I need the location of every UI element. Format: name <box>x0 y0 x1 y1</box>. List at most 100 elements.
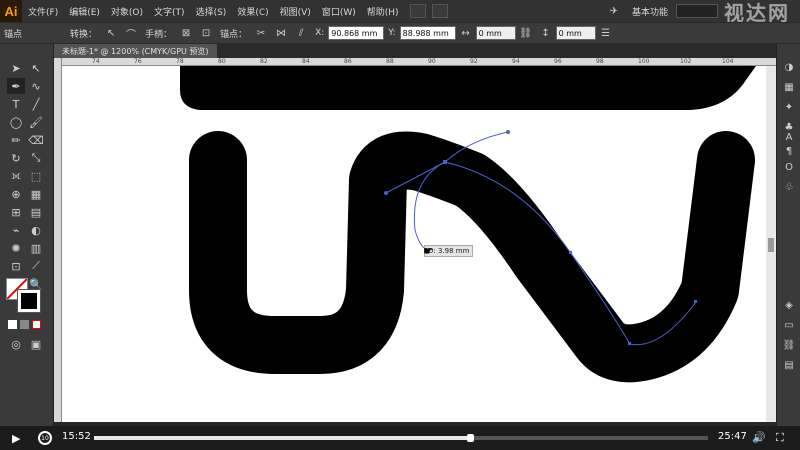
link-icon[interactable]: ⛓ <box>519 26 533 40</box>
w-field[interactable]: 0 mm <box>475 26 516 40</box>
artboard-canvas[interactable] <box>62 66 766 422</box>
fullscreen-icon[interactable]: ⛶ <box>776 431 784 445</box>
y-label: Y: <box>388 28 396 38</box>
direct-selection-tool-icon[interactable]: ↖ <box>27 60 45 76</box>
curvature-tool-icon[interactable]: ∿ <box>27 78 45 94</box>
ruler-tick-label: 90 <box>428 58 436 65</box>
artboards-panel-icon[interactable]: ▭ <box>781 318 797 332</box>
brushes-panel-icon[interactable]: ✦ <box>781 100 797 114</box>
symbol-sprayer-tool-icon[interactable]: ✺ <box>7 240 25 256</box>
connect-anchor-icon[interactable]: ⋈ <box>274 26 288 40</box>
pencil-tool-icon[interactable]: ✏ <box>7 132 25 148</box>
swatches-panel-icon[interactable]: ▦ <box>781 80 797 94</box>
ruler-tick-label: 92 <box>470 58 478 65</box>
artboard-tool-icon[interactable]: ⊡ <box>7 258 25 274</box>
blend-tool-icon[interactable]: ◐ <box>27 222 45 238</box>
vertical-scrollbar[interactable] <box>766 66 776 422</box>
handle-point[interactable] <box>384 191 388 195</box>
color-mode-button[interactable] <box>8 320 17 329</box>
slice-tool-icon[interactable]: ⟋ <box>27 258 45 274</box>
h-field[interactable]: 0 mm <box>555 26 596 40</box>
anchor-point[interactable] <box>694 300 697 303</box>
properties-panel-icon[interactable]: ▤ <box>781 358 797 372</box>
ruler-tick-label: 74 <box>92 58 100 65</box>
perspective-grid-tool-icon[interactable]: ▦ <box>27 186 45 202</box>
menu-type[interactable]: 文字(T) <box>154 5 185 18</box>
ruler-tick-label: 98 <box>596 58 604 65</box>
mesh-tool-icon[interactable]: ⊞ <box>7 204 25 220</box>
ellipse-tool-icon[interactable]: ◯ <box>7 114 25 130</box>
convert-to-smooth-icon[interactable]: ⌒ <box>124 26 138 41</box>
links-panel-icon[interactable]: ⛓ <box>781 338 797 352</box>
sync-icon[interactable]: ✈ <box>607 4 621 18</box>
character-panel-icon[interactable]: A <box>781 130 797 144</box>
total-time: 25:47 <box>718 431 747 442</box>
bridge-button[interactable] <box>409 4 426 18</box>
handle-point[interactable] <box>506 130 510 134</box>
cut-path-icon[interactable]: ⫽ <box>294 26 308 40</box>
search-input[interactable] <box>676 4 718 18</box>
color-panel-icon[interactable]: ◑ <box>781 60 797 74</box>
menu-view[interactable]: 视图(V) <box>280 5 311 18</box>
scrollbar-thumb[interactable] <box>768 238 774 252</box>
shape-builder-tool-icon[interactable]: ⊕ <box>7 186 25 202</box>
menu-effect[interactable]: 效果(C) <box>237 5 268 18</box>
replay-10-icon[interactable]: 10 <box>38 431 52 445</box>
menu-object[interactable]: 对象(O) <box>111 5 143 18</box>
x-field[interactable]: 90.868 mm <box>328 26 385 40</box>
volume-icon[interactable]: 🔊 <box>752 431 766 444</box>
eyedropper-tool-icon[interactable]: ⌁ <box>7 222 25 238</box>
menu-edit[interactable]: 编辑(E) <box>69 5 100 18</box>
h-icon: ↕ <box>541 27 550 39</box>
draw-normal-icon[interactable]: ◎ <box>7 336 25 352</box>
selection-tool-icon[interactable]: ➤ <box>7 60 25 76</box>
width-tool-icon[interactable]: ⟗ <box>7 168 25 184</box>
line-tool-icon[interactable]: ╱ <box>27 96 45 112</box>
anchor-label-2: 锚点： <box>220 29 248 40</box>
paragraph-panel-icon[interactable]: ¶ <box>781 144 797 158</box>
free-transform-tool-icon[interactable]: ⬚ <box>27 168 45 184</box>
ruler-tick-label: 94 <box>512 58 520 65</box>
gradient-tool-icon[interactable]: ▤ <box>27 204 45 220</box>
stroke-swatch[interactable] <box>17 289 41 313</box>
progress-bar[interactable] <box>94 434 708 442</box>
layers-panel-icon[interactable]: ◈ <box>781 298 797 312</box>
convert-to-corner-icon[interactable]: ↖ <box>104 26 118 40</box>
y-field[interactable]: 88.988 mm <box>399 26 456 40</box>
workspace-switcher[interactable]: 基本功能 <box>632 5 668 18</box>
ruler-tick-label: 100 <box>638 58 650 65</box>
remove-anchor-icon[interactable]: ✂ <box>254 26 268 40</box>
menu-file[interactable]: 文件(F) <box>28 5 58 18</box>
panel-dock: ◑ ▦ ✦ ♣ A ¶ O ♧ ◈ ▭ ⛓ ▤ <box>776 44 800 426</box>
menu-window[interactable]: 窗口(W) <box>322 5 356 18</box>
app-logo: Ai <box>0 0 22 22</box>
play-icon[interactable]: ▶ <box>12 432 24 445</box>
show-handles-icon[interactable]: ⊠ <box>179 26 193 40</box>
anchor-point[interactable] <box>628 342 631 345</box>
paintbrush-tool-icon[interactable]: 🖌 <box>27 114 45 130</box>
screen-mode-icon[interactable]: ▣ <box>27 336 45 352</box>
hide-handles-icon[interactable]: ⊡ <box>199 26 213 40</box>
anchor-point[interactable] <box>569 251 572 254</box>
progress-knob[interactable] <box>466 434 474 442</box>
handle-label: 手柄： <box>145 29 173 40</box>
ruler-tick-label: 88 <box>386 58 394 65</box>
pen-tool-icon[interactable]: ✒ <box>7 78 25 94</box>
rotate-tool-icon[interactable]: ↻ <box>7 150 25 166</box>
glyphs-panel-icon[interactable]: ♧ <box>781 180 797 194</box>
opentype-panel-icon[interactable]: O <box>781 160 797 174</box>
gradient-mode-button[interactable] <box>20 320 29 329</box>
anchor-point[interactable] <box>443 160 447 164</box>
ruler-tick-label: 78 <box>176 58 184 65</box>
eraser-tool-icon[interactable]: ⌫ <box>27 132 45 148</box>
column-graph-tool-icon[interactable]: ▥ <box>27 240 45 256</box>
none-mode-button[interactable] <box>32 320 41 329</box>
menu-help[interactable]: 帮助(H) <box>367 5 399 18</box>
menu-select[interactable]: 选择(S) <box>196 5 227 18</box>
type-tool-icon[interactable]: T <box>7 96 25 112</box>
arrange-documents-button[interactable] <box>431 4 448 18</box>
progress-fill <box>94 436 470 440</box>
scale-tool-icon[interactable]: ⤡ <box>27 150 45 166</box>
document-tab[interactable]: 未标题-1* @ 1200% (CMYK/GPU 预览) <box>54 44 217 58</box>
align-icon[interactable]: ☰ <box>599 26 613 40</box>
